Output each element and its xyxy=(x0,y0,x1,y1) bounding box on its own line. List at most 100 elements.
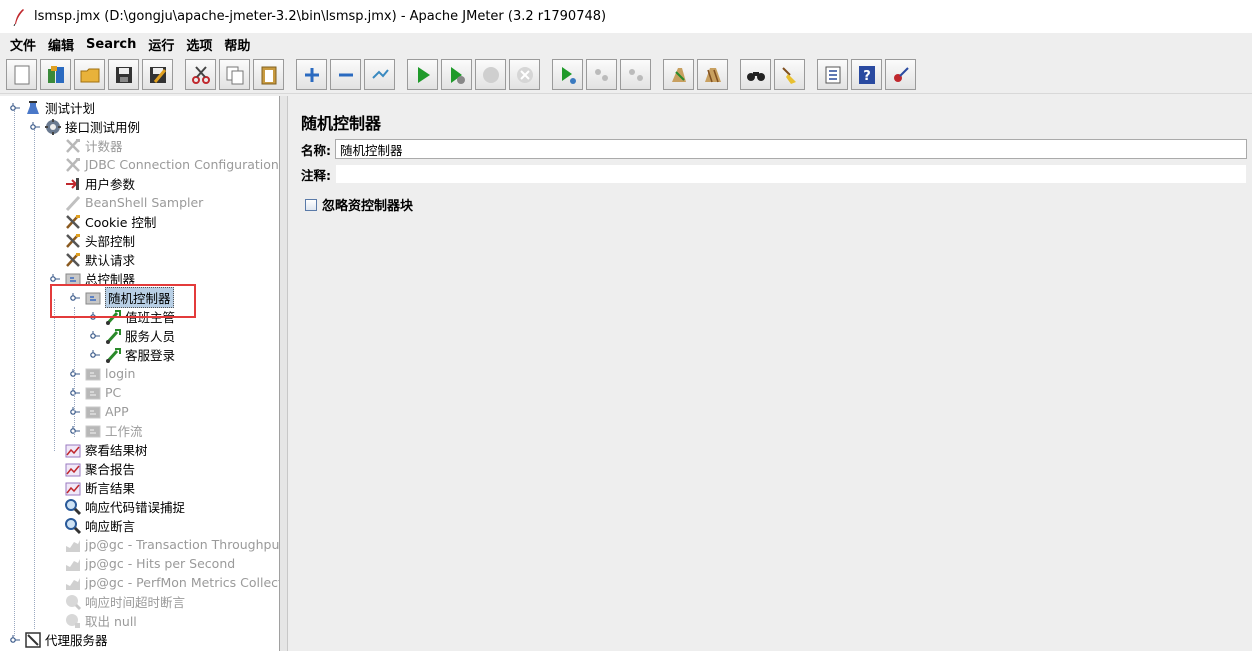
log-viewer-button[interactable] xyxy=(885,59,916,90)
tree-expand-handle[interactable] xyxy=(70,387,80,397)
menu-options[interactable]: 选项 xyxy=(180,35,218,54)
tree-node[interactable]: 测试计划 xyxy=(24,98,95,117)
tree-node[interactable]: APP xyxy=(84,402,129,421)
clear-all-icon xyxy=(704,67,721,82)
tree-node-label: 工作流 xyxy=(105,424,143,439)
tree-node[interactable]: 响应断言 xyxy=(64,516,135,535)
function-helper-button[interactable] xyxy=(817,59,848,90)
reset-search-button[interactable] xyxy=(774,59,805,90)
menu-file[interactable]: 文件 xyxy=(4,35,42,54)
tree-expand-handle[interactable] xyxy=(70,425,80,435)
tree-expand-handle[interactable] xyxy=(70,368,80,378)
tree-node[interactable]: 响应时间超时断言 xyxy=(64,592,185,611)
tree-node[interactable]: 取出 null xyxy=(64,611,137,630)
open-icon xyxy=(80,68,99,82)
tree-node[interactable]: BeanShell Sampler xyxy=(64,193,203,212)
tree-node[interactable]: JDBC Connection Configuration xyxy=(64,155,279,174)
tree-expand-handle[interactable] xyxy=(10,634,20,644)
tree-node-label: 服务人员 xyxy=(125,329,176,344)
tree-node-label: 响应断言 xyxy=(85,519,136,534)
remote-shutdown-button[interactable] xyxy=(620,59,651,90)
panel-splitter[interactable] xyxy=(280,96,288,651)
start-button[interactable] xyxy=(407,59,438,90)
stop-icon xyxy=(482,66,499,83)
panel-title: 随机控制器 xyxy=(301,114,382,133)
tree-node[interactable]: PC xyxy=(84,383,121,402)
expand-all-button[interactable] xyxy=(296,59,327,90)
save-button[interactable] xyxy=(108,59,139,90)
tree-node[interactable]: Cookie 控制 xyxy=(64,212,156,231)
tree-node[interactable]: jp@gc - Hits per Second xyxy=(64,554,235,573)
tree-handle-icon xyxy=(70,369,80,377)
tree-node[interactable]: 客服登录 xyxy=(104,345,175,364)
tree-node[interactable]: jp@gc - PerfMon Metrics Collector xyxy=(64,573,279,592)
stop-button[interactable] xyxy=(475,59,506,90)
function-helper-icon xyxy=(825,66,840,83)
clear-button[interactable] xyxy=(663,59,694,90)
tree-node[interactable]: 断言结果 xyxy=(64,478,135,497)
tree-node[interactable]: 计数器 xyxy=(64,136,123,155)
menu-bar: 文件 编辑 Search 运行 选项 帮助 xyxy=(0,33,1252,55)
tree-node[interactable]: 聚合报告 xyxy=(64,459,135,478)
tree-node[interactable]: login xyxy=(84,364,135,383)
tree-handle-icon xyxy=(90,350,100,358)
search-button[interactable] xyxy=(740,59,771,90)
start-no-pause-button[interactable] xyxy=(441,59,472,90)
menu-help[interactable]: 帮助 xyxy=(218,35,256,54)
tree-expand-handle[interactable] xyxy=(10,102,20,112)
comment-row: 注释: xyxy=(301,164,1247,184)
collapse-all-button[interactable] xyxy=(330,59,361,90)
save-icon xyxy=(115,66,132,83)
ignore-sub-controller-label: 忽略资控制器块 xyxy=(322,199,414,214)
name-row: 名称: 随机控制器 xyxy=(301,139,1247,159)
comment-label: 注释: xyxy=(301,167,331,183)
listener-icon xyxy=(65,444,81,457)
remote-start-icon xyxy=(561,66,576,84)
remote-start-button[interactable] xyxy=(552,59,583,90)
shutdown-button[interactable] xyxy=(509,59,540,90)
ignore-sub-controller-checkbox[interactable] xyxy=(305,198,317,211)
tree-node-label: 断言结果 xyxy=(85,481,136,496)
name-input[interactable]: 随机控制器 xyxy=(335,139,1247,159)
tree-node[interactable]: 接口测试用例 xyxy=(44,117,140,136)
cut-button[interactable] xyxy=(185,59,216,90)
tree-node-label: 用户参数 xyxy=(85,177,136,192)
comment-input[interactable] xyxy=(335,164,1247,184)
config-icon xyxy=(66,157,80,172)
tree-expand-handle[interactable] xyxy=(30,121,40,131)
help-button[interactable]: ? xyxy=(851,59,882,90)
tree-expand-handle[interactable] xyxy=(90,349,100,359)
tree-node[interactable]: 工作流 xyxy=(84,421,143,440)
test-tree[interactable]: 测试计划 接口测试用例 计数器 JDBC Connection Configurati… xyxy=(0,96,280,651)
tree-node[interactable]: 代理服务器 xyxy=(24,630,108,649)
tree-node-label: 聚合报告 xyxy=(85,462,136,477)
tree-node[interactable]: jp@gc - Transaction Throughput vs xyxy=(64,535,279,554)
toolbar: ? xyxy=(0,56,1252,94)
new-button[interactable] xyxy=(6,59,37,90)
templates-button[interactable] xyxy=(40,59,71,90)
tree-node[interactable]: 察看结果树 xyxy=(64,440,148,459)
toggle-button[interactable] xyxy=(364,59,395,90)
tree-expand-handle[interactable] xyxy=(70,406,80,416)
tree-node[interactable]: 用户参数 xyxy=(64,174,135,193)
clear-all-button[interactable] xyxy=(697,59,728,90)
copy-icon xyxy=(226,66,243,84)
menu-edit[interactable]: 编辑 xyxy=(42,35,80,54)
tree-node[interactable]: 默认请求 xyxy=(64,250,135,269)
tree-expand-handle[interactable] xyxy=(90,330,100,340)
remote-stop-button[interactable] xyxy=(586,59,617,90)
tree-handle-icon xyxy=(30,122,40,130)
ignore-sub-controller-row: 忽略资控制器块 xyxy=(305,195,413,214)
tree-node[interactable]: 头部控制 xyxy=(64,231,135,250)
menu-search[interactable]: Search xyxy=(80,37,142,52)
templates-icon xyxy=(47,65,64,83)
save-as-button[interactable] xyxy=(142,59,173,90)
menu-run[interactable]: 运行 xyxy=(142,35,180,54)
copy-button[interactable] xyxy=(219,59,250,90)
tree-expand-handle[interactable] xyxy=(50,273,60,283)
open-button[interactable] xyxy=(74,59,105,90)
tree-node[interactable]: 响应代码错误捕捉 xyxy=(64,497,185,516)
tree-node[interactable]: 服务人员 xyxy=(104,326,175,345)
paste-button[interactable] xyxy=(253,59,284,90)
tree-node-label: 客服登录 xyxy=(125,348,176,363)
